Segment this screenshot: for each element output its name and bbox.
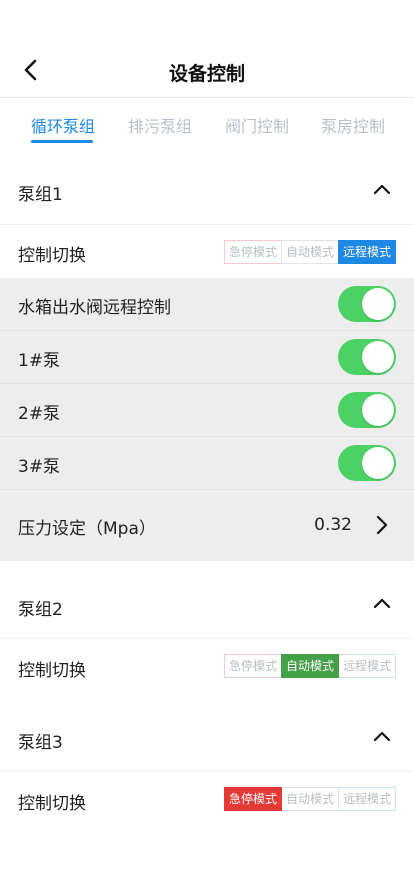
control-label: 2#泵: [18, 404, 61, 424]
tab-bar: 循环泵组 排污泵组 阀门控制 泵房控制: [0, 113, 414, 145]
group-3-title: 泵组3: [18, 733, 63, 753]
group-1-title: 泵组1: [18, 185, 63, 205]
pressure-setting-row[interactable]: 压力设定（Mpa） 0.32: [0, 490, 414, 561]
group-2-mode-switch: 急停模式 自动模式 远程模式: [223, 654, 396, 678]
control-label: 水箱出水阀远程控制: [18, 298, 171, 318]
remote-mode-button[interactable]: 远程模式: [337, 787, 396, 811]
tab-pump-room-control[interactable]: 泵房控制: [321, 113, 385, 137]
emergency-mode-button[interactable]: 急停模式: [223, 240, 282, 264]
group-2-title: 泵组2: [18, 600, 63, 620]
control-label: 1#泵: [18, 351, 61, 371]
tab-circulation-pumps[interactable]: 循环泵组: [31, 113, 95, 137]
toggle-knob: [362, 341, 394, 373]
pump-2-toggle[interactable]: [338, 392, 396, 428]
page-title: 设备控制: [168, 63, 245, 85]
pump-1-toggle[interactable]: [338, 339, 396, 375]
divider: [0, 638, 414, 639]
pressure-label: 压力设定（Mpa）: [18, 519, 156, 539]
pressure-value: 0.32: [314, 515, 352, 535]
group-1-mode-switch: 急停模式 自动模式 远程模式: [223, 240, 396, 264]
group-3-header[interactable]: 泵组3: [0, 707, 414, 767]
outlet-valve-toggle[interactable]: [338, 286, 396, 322]
group-3-mode-switch: 急停模式 自动模式 远程模式: [223, 787, 396, 811]
auto-mode-button[interactable]: 自动模式: [280, 240, 339, 264]
auto-mode-button[interactable]: 自动模式: [280, 654, 339, 678]
control-row-pump-2: 2#泵: [0, 384, 414, 436]
auto-mode-button[interactable]: 自动模式: [280, 787, 339, 811]
control-label: 3#泵: [18, 457, 61, 477]
pump-3-toggle[interactable]: [338, 445, 396, 481]
group-2-switch-label: 控制切换: [18, 661, 86, 681]
chevron-up-icon[interactable]: [370, 178, 394, 202]
divider: [0, 771, 414, 772]
chevron-up-icon[interactable]: [370, 592, 394, 616]
control-row-pump-1: 1#泵: [0, 331, 414, 383]
tab-valve-control[interactable]: 阀门控制: [225, 113, 289, 137]
toggle-knob: [362, 447, 394, 479]
divider: [0, 224, 414, 225]
nav-header: 设备控制: [0, 46, 414, 98]
toggle-knob: [362, 394, 394, 426]
emergency-mode-button[interactable]: 急停模式: [223, 787, 282, 811]
emergency-mode-button[interactable]: 急停模式: [223, 654, 282, 678]
header-divider: [0, 97, 414, 98]
control-row-outlet-valve: 水箱出水阀远程控制: [0, 278, 414, 330]
chevron-right-icon[interactable]: [374, 514, 390, 536]
chevron-up-icon[interactable]: [370, 725, 394, 749]
group-1-header[interactable]: 泵组1: [0, 160, 414, 220]
group-2-header[interactable]: 泵组2: [0, 575, 414, 635]
tab-sewage-pumps[interactable]: 排污泵组: [128, 113, 192, 137]
active-tab-indicator: [31, 140, 93, 143]
remote-mode-button[interactable]: 远程模式: [337, 240, 396, 264]
toggle-knob: [362, 288, 394, 320]
group-3-switch-label: 控制切换: [18, 794, 86, 814]
group-1-control-panel: 水箱出水阀远程控制 1#泵 2#泵 3#泵 压力设定（Mpa） 0.32: [0, 278, 414, 561]
control-row-pump-3: 3#泵: [0, 437, 414, 489]
group-1-switch-label: 控制切换: [18, 246, 86, 266]
remote-mode-button[interactable]: 远程模式: [337, 654, 396, 678]
